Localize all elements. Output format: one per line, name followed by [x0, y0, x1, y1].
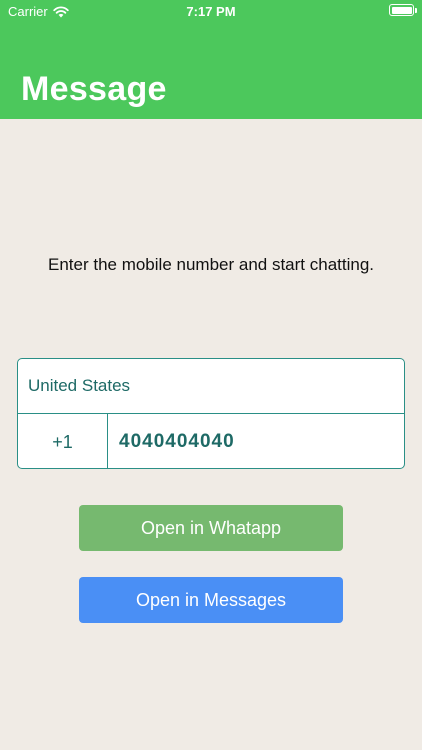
dial-code-label: +1 [52, 431, 73, 452]
battery-nub [415, 8, 417, 13]
battery-icon [389, 4, 417, 16]
country-label: United States [28, 376, 131, 395]
dial-code[interactable]: +1 [18, 414, 108, 468]
open-messages-button[interactable]: Open in Messages [79, 577, 343, 623]
phone-form: United States +1 [17, 358, 405, 469]
number-row: +1 [18, 414, 404, 468]
status-time: 7:17 PM [186, 4, 236, 19]
country-selector[interactable]: United States [18, 359, 404, 414]
battery-fill [391, 6, 412, 14]
phone-number-input[interactable] [108, 414, 404, 468]
open-whatsapp-button[interactable]: Open in Whatapp [79, 505, 343, 551]
page-title: Message [21, 70, 167, 108]
instruction-text: Enter the mobile number and start chatti… [47, 255, 374, 274]
header: Carrier 7:17 PM Message [0, 0, 422, 119]
app-screen: Carrier 7:17 PM Message Enter the mobile… [0, 0, 422, 750]
status-bar: Carrier 7:17 PM [0, 0, 422, 22]
